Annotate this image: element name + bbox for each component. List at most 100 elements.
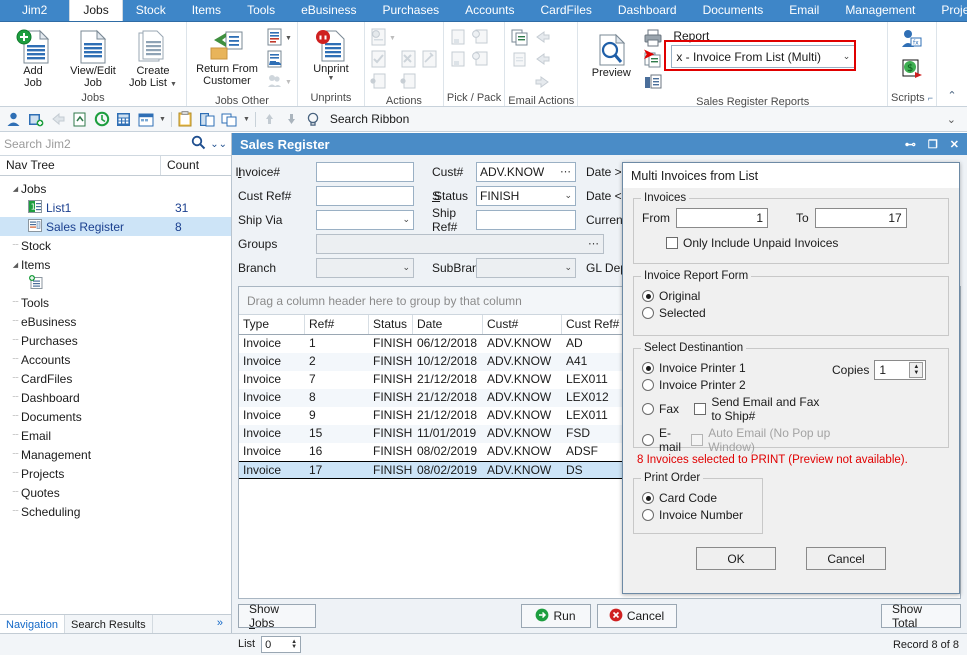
return-from-customer-button[interactable]: Return From Customer (190, 27, 264, 87)
fax-button[interactable] (643, 73, 663, 94)
subbranch-dropdown[interactable]: ⌄ (476, 258, 576, 278)
tab-navigation[interactable]: Navigation (0, 615, 65, 633)
ellipsis-icon[interactable]: ⋯ (560, 165, 572, 178)
only-unpaid-checkbox-row[interactable]: Only Include Unpaid Invoices (666, 236, 940, 250)
invoice-number-input[interactable] (316, 162, 414, 182)
radio-original-row[interactable]: Original (642, 289, 940, 303)
chevron-down-icon[interactable]: ▼ (170, 81, 177, 88)
email-copy-button[interactable] (510, 28, 529, 49)
sidebar-item-list1[interactable]: 1 List1 31 (0, 198, 231, 217)
window-layout-icon[interactable] (221, 111, 238, 128)
chevron-down-icon[interactable]: ▼ (159, 116, 166, 123)
ok-button[interactable]: OK (696, 547, 776, 570)
export-icon[interactable] (71, 111, 88, 128)
sidebar-item-email[interactable]: ┈ Email (0, 426, 231, 445)
branch-dropdown[interactable]: ⌄ (316, 258, 414, 278)
tab-ebusiness[interactable]: eBusiness (288, 0, 369, 21)
tab-jim2[interactable]: Jim2 (0, 0, 69, 21)
copies-stepper-arrows-icon[interactable]: ▲▼ (909, 362, 923, 378)
tab-jobs[interactable]: Jobs (69, 0, 122, 21)
radio-invoice-printer-2[interactable] (642, 379, 654, 391)
ribbon-collapse-button[interactable]: ⌃ (937, 22, 967, 106)
calculator-icon[interactable] (115, 111, 132, 128)
sidebar-item-add-item[interactable] (0, 274, 231, 293)
tab-dashboard[interactable]: Dashboard (605, 0, 690, 21)
chevron-double-down-icon[interactable]: ⌄⌄ (206, 139, 227, 150)
radio-email-row[interactable]: E-mail (642, 426, 685, 454)
cust-ref-input[interactable] (316, 186, 414, 206)
sidebar-item-purchases[interactable]: ┈ Purchases (0, 331, 231, 350)
chevron-down-icon[interactable]: ▼ (285, 35, 292, 42)
pin-icon[interactable]: ⊷ (905, 138, 916, 151)
radio-invoice-number[interactable] (642, 509, 654, 521)
unprint-button[interactable]: Unprint ▼ (301, 27, 361, 82)
chevron-down-icon[interactable]: ⌄ (843, 51, 851, 62)
tab-projects[interactable]: Projects (928, 0, 967, 21)
search-input[interactable]: Search Jim2 (4, 137, 191, 151)
radio-card-code[interactable] (642, 492, 654, 504)
sidebar-item-scheduling[interactable]: ┈ Scheduling (0, 502, 231, 521)
radio-invoice-number-row[interactable]: Invoice Number (642, 508, 754, 522)
dialog-launcher-icon[interactable]: ⌐ (928, 93, 933, 103)
send-email-fax-checkbox[interactable] (694, 403, 706, 415)
invoice-from-input[interactable]: 1 (676, 208, 768, 228)
create-job-list-button[interactable]: Create Job List ▼ (123, 27, 183, 91)
lightbulb-icon[interactable] (305, 111, 322, 128)
radio-invoice-printer-2-row[interactable]: Invoice Printer 2 (642, 378, 832, 392)
chevron-down-icon[interactable]: ▼ (243, 116, 250, 123)
cust-number-input[interactable]: ADV.KNOW ⋯ (476, 162, 576, 182)
column-header-cust[interactable]: Cust# (483, 315, 562, 334)
radio-invoice-printer-1[interactable] (642, 362, 654, 374)
tab-management[interactable]: Management (832, 0, 928, 21)
expand-collapse-icon[interactable]: ◢ (10, 261, 21, 269)
close-icon[interactable]: ✕ (950, 138, 959, 151)
radio-invoice-printer-1-row[interactable]: Invoice Printer 1 (642, 361, 832, 375)
calendar-icon[interactable] (137, 111, 154, 128)
cancel-button[interactable]: Cancel (597, 604, 677, 628)
tab-accounts[interactable]: Accounts (452, 0, 527, 21)
sidebar-item-sales-register[interactable]: Sales Register 8 (0, 217, 231, 236)
sidebar-item-accounts[interactable]: ┈ Accounts (0, 350, 231, 369)
sidebar-item-items[interactable]: ◢ Items (0, 255, 231, 274)
tab-tools[interactable]: Tools (234, 0, 288, 21)
report-dropdown[interactable]: x - Invoice From List (Multi) ⌄ (671, 45, 855, 68)
column-header-type[interactable]: Type (239, 315, 305, 334)
clipboard-icon[interactable] (177, 111, 194, 128)
search-ribbon-label[interactable]: Search Ribbon (330, 112, 409, 126)
column-header-ref[interactable]: Ref# (305, 315, 369, 334)
radio-fax-row[interactable]: Fax (642, 402, 688, 416)
expand-collapse-icon[interactable]: ◢ (10, 185, 21, 193)
sidebar-item-documents[interactable]: ┈ Documents (0, 407, 231, 426)
show-total-button[interactable]: Show Total (881, 604, 961, 628)
tab-email[interactable]: Email (776, 0, 832, 21)
sidebar-item-ebusiness[interactable]: ┈ eBusiness (0, 312, 231, 331)
chevron-down-icon[interactable]: ⌄ (399, 214, 410, 225)
chevron-down-icon[interactable]: ⌄ (561, 262, 572, 273)
groups-input[interactable]: ⋯ (316, 234, 604, 254)
user-icon[interactable] (5, 111, 22, 128)
only-unpaid-checkbox[interactable] (666, 237, 678, 249)
sidebar-item-tools[interactable]: ┈ Tools (0, 293, 231, 312)
list-spinner[interactable]: 0 ▲▼ (261, 636, 301, 653)
grid-report-icon[interactable] (199, 111, 216, 128)
add-job-button[interactable]: Add Job (3, 27, 63, 89)
column-header-date[interactable]: Date (413, 315, 483, 334)
chevron-down-icon[interactable]: ⌄ (561, 190, 572, 201)
ship-via-dropdown[interactable]: ⌄ (316, 210, 414, 230)
sidebar-item-projects[interactable]: ┈ Projects (0, 464, 231, 483)
invoice-to-input[interactable]: 17 (815, 208, 907, 228)
tab-items[interactable]: Items (179, 0, 234, 21)
restore-icon[interactable]: ❐ (928, 138, 938, 151)
chevron-down-icon[interactable]: ▼ (327, 75, 334, 82)
script-user-button[interactable]: fx (900, 27, 924, 56)
spinner-arrows-icon[interactable]: ▲▼ (291, 640, 297, 650)
radio-fax[interactable] (642, 403, 654, 415)
radio-original[interactable] (642, 290, 654, 302)
radio-selected[interactable] (642, 307, 654, 319)
view-edit-job-button[interactable]: View/Edit Job (63, 27, 123, 89)
script-money-button[interactable]: $ (900, 56, 924, 85)
toolbar-overflow-button[interactable]: ⌄ (947, 113, 962, 126)
show-jobs-button[interactable]: Show Jobs (238, 604, 316, 628)
copies-stepper[interactable]: 1 ▲▼ (874, 360, 926, 380)
chevron-down-icon[interactable]: ⌄ (399, 262, 410, 273)
